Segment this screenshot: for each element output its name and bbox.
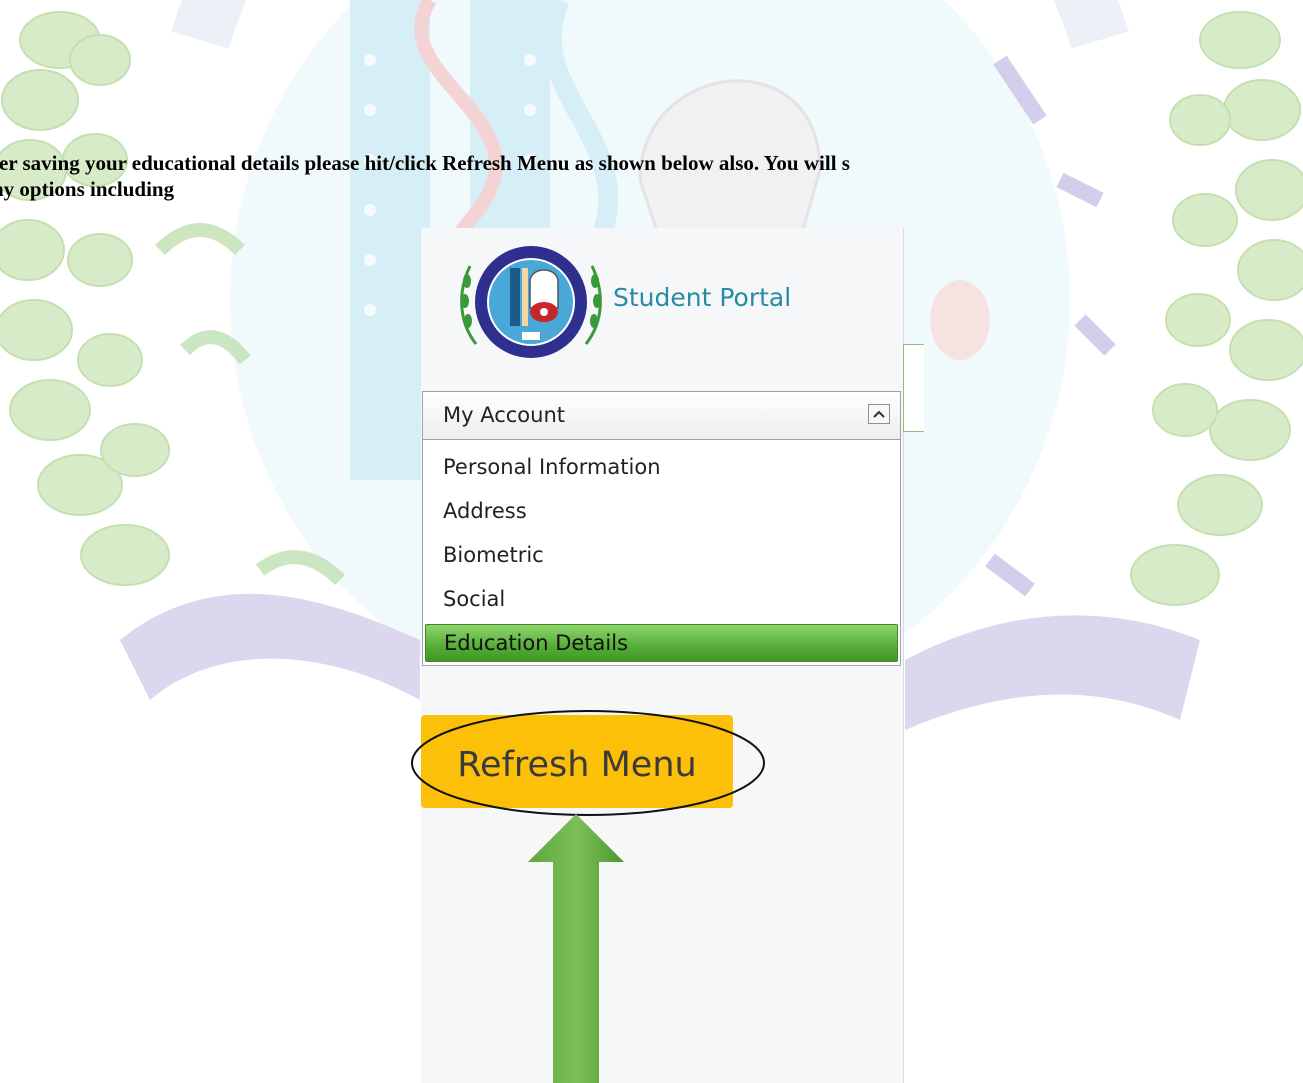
my-account-menu: Personal Information Address Biometric S…	[422, 440, 901, 666]
instruction-line-2: ny options including	[0, 177, 175, 201]
my-account-label: My Account	[443, 403, 566, 427]
content-divider	[903, 228, 904, 346]
refresh-menu-button[interactable]: Refresh Menu	[421, 715, 733, 808]
arrow-up-icon	[528, 814, 624, 1083]
chevron-up-icon[interactable]	[868, 404, 890, 424]
content-panel-edge	[903, 344, 924, 432]
brand-name: Student Portal	[613, 283, 792, 312]
menu-item-biometric[interactable]: Biometric	[443, 540, 544, 570]
menu-item-education-details[interactable]: Education Details	[425, 624, 898, 662]
instruction-line-1: ter saving your educational details plea…	[0, 151, 850, 175]
menu-item-address[interactable]: Address	[443, 496, 527, 526]
instruction-text: ter saving your educational details plea…	[0, 150, 1303, 202]
university-seal-icon[interactable]	[458, 246, 604, 358]
my-account-header[interactable]: My Account	[422, 391, 901, 440]
menu-item-personal-information[interactable]: Personal Information	[443, 452, 661, 482]
menu-item-social[interactable]: Social	[443, 584, 505, 614]
